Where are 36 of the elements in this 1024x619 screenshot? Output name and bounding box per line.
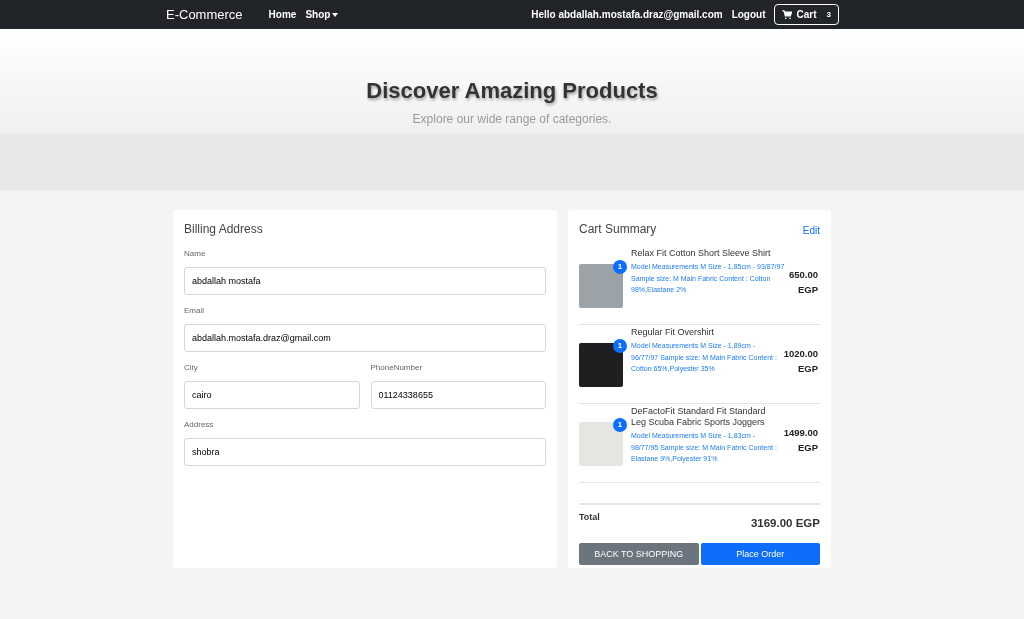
field-label: PhoneNumber: [370, 362, 424, 374]
product-name: DeFactoFit Standard Fit Standard Leg Scuba Fabric Sports Joggers: [631, 406, 767, 428]
product-price: 1020.00 EGP: [782, 347, 818, 376]
product-name: Relax Fit Cotton Short Sleeve Shirt: [631, 248, 772, 259]
back-to-shopping-button[interactable]: BACK TO SHOPPING: [579, 543, 699, 566]
cart-summary-title: Cart Summary: [579, 221, 657, 238]
total-value: 3169.00 EGP: [750, 516, 820, 531]
logout-link[interactable]: Logout: [731, 7, 766, 22]
hero-title: Discover Amazing Products: [366, 77, 658, 105]
greeting-text: Hello abdallah.mostafa.draz@gmail.com: [531, 8, 723, 22]
input-field[interactable]: shobra: [184, 438, 546, 466]
input-field[interactable]: abdallah mostafa: [184, 267, 546, 295]
product-price: 650.00 EGP: [787, 268, 818, 297]
input-field[interactable]: 01124338655: [370, 381, 546, 409]
field-label: Name: [184, 248, 207, 260]
product-name: Regular Fit Overshirt: [631, 327, 716, 338]
quantity-badge: 1: [613, 418, 627, 432]
cart-button[interactable]: Cart 3: [773, 4, 839, 25]
cart-icon: [781, 9, 792, 20]
place-order-button[interactable]: Place Order: [700, 543, 820, 566]
field-label: City: [184, 362, 199, 374]
input-field[interactable]: abdallah.mostafa.draz@gmail.com: [184, 324, 546, 352]
product-price: 1499.00 EGP: [782, 426, 818, 455]
edit-link[interactable]: Edit: [802, 223, 820, 238]
input-field[interactable]: cairo: [184, 381, 360, 409]
field-label: Email: [184, 305, 205, 317]
hero-subtitle: Explore our wide range of categories.: [412, 111, 612, 128]
nav-link[interactable]: Shop: [305, 7, 339, 22]
total-label: Total: [579, 511, 600, 524]
nav-link[interactable]: Home: [268, 7, 297, 22]
quantity-badge: 1: [613, 339, 627, 353]
brand-link[interactable]: E-Commerce: [166, 4, 243, 25]
billing-title: Billing Address: [184, 221, 264, 238]
quantity-badge: 1: [613, 260, 627, 274]
field-label: Address: [184, 419, 215, 431]
caret-icon: [332, 12, 339, 17]
